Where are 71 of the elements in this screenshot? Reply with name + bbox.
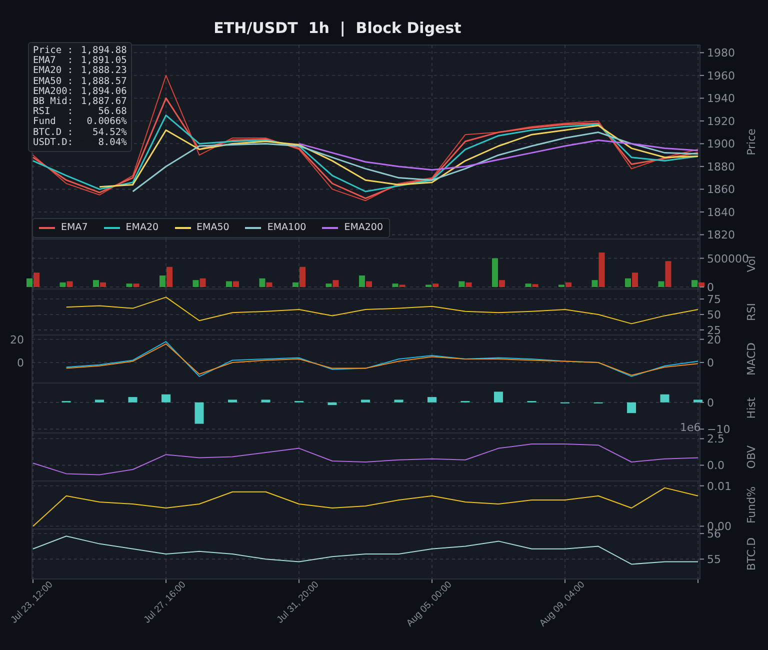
indicator-bar bbox=[261, 400, 270, 402]
indicator-bar bbox=[294, 401, 304, 402]
indicator-bar bbox=[428, 397, 436, 402]
axis-title: OBV bbox=[745, 445, 758, 469]
axis-tick-label: 1940 bbox=[707, 92, 735, 106]
indicator-bar bbox=[361, 400, 370, 402]
indicator-bar bbox=[128, 397, 138, 402]
legend-label: EMA200 bbox=[344, 222, 384, 234]
indicator-bar bbox=[95, 400, 104, 402]
readout-label: BB Mid: bbox=[33, 97, 74, 108]
axis-tick-label: 0 bbox=[707, 396, 714, 410]
axis-tick-label: 50 bbox=[707, 308, 721, 322]
axis-title: Fund% bbox=[745, 486, 758, 524]
axis-tick-label: 1820 bbox=[707, 228, 735, 242]
readout-value: 8.04% bbox=[98, 138, 127, 148]
readout-value: 0.0066% bbox=[86, 117, 127, 128]
axis-tick-label: 1960 bbox=[707, 69, 735, 82]
axis-tick-label: 1840 bbox=[707, 206, 735, 219]
axis-title: Hist bbox=[745, 397, 758, 419]
readout-label: EMA200: bbox=[33, 86, 74, 97]
indicator-bar bbox=[527, 401, 536, 402]
readout-label: USDT.D: bbox=[33, 138, 74, 148]
readout-label: BTC.D : bbox=[33, 128, 74, 138]
readout-value: 56.68 bbox=[98, 107, 127, 118]
axis-title: RSI bbox=[745, 303, 758, 321]
readout-label: Fund : bbox=[33, 117, 74, 128]
indicator-bar bbox=[460, 401, 470, 402]
chart-title: ETH/USDT 1h | Block Digest bbox=[212, 18, 462, 39]
readout-value: 1,891.05 bbox=[81, 56, 127, 66]
axis-offset-label: 1e6 bbox=[680, 421, 701, 434]
axis-tick-label: 0.0 bbox=[707, 459, 724, 472]
readout-label: Price : bbox=[33, 46, 74, 56]
axis-title: MACD bbox=[745, 342, 758, 376]
axis-tick-label: 1920 bbox=[707, 114, 735, 128]
readout-label: EMA50 : bbox=[33, 76, 74, 87]
readout-value: 1,888.57 bbox=[81, 76, 127, 87]
axis-tick-label: 0 bbox=[707, 281, 714, 294]
legend-label: EMA50 bbox=[196, 222, 230, 234]
readout-value: 1,894.06 bbox=[81, 86, 127, 97]
axis-tick-label: 1980 bbox=[707, 46, 735, 60]
axis-tick-label: 1860 bbox=[707, 183, 735, 196]
axis-tick-label: 20 bbox=[10, 333, 24, 346]
readout-label: EMA20 : bbox=[33, 66, 74, 77]
axis-tick-label: 2.5 bbox=[707, 432, 724, 446]
axis-tick-label: 0 bbox=[17, 356, 24, 370]
axis-title: BTC.D bbox=[745, 537, 758, 571]
readout-value: 1,888.23 bbox=[81, 66, 127, 77]
axis-tick-label: 55 bbox=[707, 553, 721, 566]
axis-tick-label: 1880 bbox=[707, 160, 735, 174]
indicator-bar bbox=[560, 402, 570, 404]
readout-value: 1,887.67 bbox=[81, 97, 127, 108]
legend-label: EMA20 bbox=[126, 222, 159, 234]
legend-label: EMA7 bbox=[61, 222, 88, 234]
indicator-bar bbox=[328, 402, 337, 406]
indicator-bar bbox=[627, 402, 636, 414]
readout-value: 54.52% bbox=[92, 128, 127, 138]
indicator-bar bbox=[62, 401, 71, 402]
axis-tick-label: 75 bbox=[707, 293, 721, 306]
readout-label: RSI : bbox=[33, 107, 74, 118]
axis-tick-label: 0.01 bbox=[707, 480, 732, 493]
axis-tick-label: 0 bbox=[707, 356, 714, 370]
indicator-bar bbox=[694, 400, 702, 402]
legend-label: EMA100 bbox=[267, 222, 306, 234]
readout-label: EMA7 : bbox=[33, 56, 74, 66]
indicator-bar bbox=[494, 392, 503, 402]
indicator-bar bbox=[394, 400, 404, 402]
indicator-bar bbox=[228, 400, 237, 402]
axis-title: Price bbox=[745, 128, 758, 156]
axis-tick-label: 1900 bbox=[707, 138, 735, 151]
readout-value: 1,894.88 bbox=[81, 46, 127, 56]
indicator-bar bbox=[594, 402, 603, 404]
